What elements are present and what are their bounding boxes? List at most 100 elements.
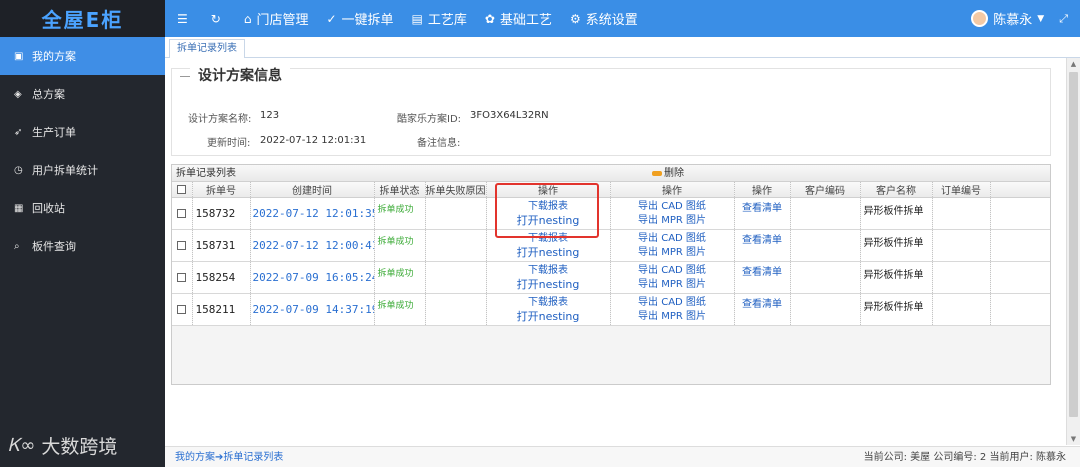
top-menu-item-4[interactable]: ▤ 工艺库 — [412, 9, 467, 29]
grid-body[interactable]: 拆单号创建时间拆单状态拆单失败原因操作操作操作客户编码客户名称订单编号颜色 15… — [172, 182, 1050, 326]
top-menu-item-6[interactable]: ⚙ 系统设置 — [570, 9, 638, 29]
app-logo[interactable]: 全屋E柜 — [0, 0, 165, 37]
top-menu: ☰ ↻ ⌂ 门店管理 ✓ 一键拆单 ▤ 工艺库 ✿ 基础工艺 ⚙ 系统设置 — [165, 9, 656, 29]
split-id: 158254 — [192, 261, 251, 294]
row-checkbox-cell[interactable] — [172, 293, 193, 326]
sidebar-item-4[interactable]: ▦ 回收站 — [0, 189, 165, 227]
table-body: 158732 2022-07-12 12:01:35 拆单成功 下载报表 打开nesti… — [172, 197, 1050, 326]
view-list-link[interactable]: 查看清单 — [735, 266, 790, 280]
download-report-link[interactable]: 下载报表 — [487, 264, 610, 278]
open-nesting-link[interactable]: 打开nesting — [487, 310, 610, 324]
fullscreen-icon[interactable]: ⤢ — [1059, 12, 1068, 26]
customer-name: 异形板件拆单 — [860, 261, 933, 294]
palette-icon: ✿ — [484, 11, 495, 26]
column-header-8: 客户编码 — [790, 182, 861, 198]
customer-code — [790, 261, 861, 294]
download-report-link[interactable]: 下载报表 — [487, 200, 610, 214]
created-time: 2022-07-09 14:37:19 — [250, 293, 375, 326]
top-menu-item-3[interactable]: ✓ 一键拆单 — [326, 9, 393, 29]
home-icon: ⌂ — [243, 11, 252, 26]
row-checkbox[interactable] — [177, 240, 187, 250]
top-menu-item-0[interactable]: ☰ — [177, 12, 193, 26]
table-row[interactable]: 158254 2022-07-09 16:05:24 拆单成功 下载报表 打开nesti… — [172, 261, 1050, 294]
row-checkbox-cell[interactable] — [172, 197, 193, 230]
created-time: 2022-07-12 12:01:35 — [250, 197, 375, 230]
row-checkbox[interactable] — [177, 208, 187, 218]
scrollbar-thumb[interactable] — [1069, 72, 1078, 417]
op-cell-report: 下载报表 打开nesting — [486, 197, 611, 230]
user-menu[interactable]: 陈慕永 ▼ ⤢ — [971, 0, 1068, 37]
avatar[interactable] — [971, 10, 989, 27]
status-badge: 拆单成功 — [374, 293, 426, 326]
export-cad-link[interactable]: 导出 CAD 图纸 — [611, 200, 734, 214]
export-cad-link[interactable]: 导出 CAD 图纸 — [611, 296, 734, 310]
page-scrollbar[interactable]: ▲ ▼ — [1066, 58, 1080, 445]
created-time: 2022-07-12 12:00:41 — [250, 229, 375, 262]
download-report-link[interactable]: 下载报表 — [487, 296, 610, 310]
user-name[interactable]: 陈慕永 — [993, 9, 1032, 28]
created-time: 2022-07-09 16:05:24 — [250, 261, 375, 294]
row-checkbox[interactable] — [177, 272, 187, 282]
select-all-checkbox[interactable] — [177, 184, 187, 194]
order-number — [932, 229, 991, 262]
column-header-11: 颜色 — [990, 182, 1050, 198]
column-header-5: 操作 — [486, 182, 611, 198]
updated-label: 更新时间: — [207, 138, 251, 149]
scroll-down-icon[interactable]: ▼ — [1067, 433, 1080, 445]
grid-title-bar: 拆单记录列表 删除 — [172, 165, 1050, 182]
top-menu-item-2[interactable]: ⌂ 门店管理 — [243, 9, 309, 29]
export-cad-link[interactable]: 导出 CAD 图纸 — [611, 264, 734, 278]
export-mpr-link[interactable]: 导出 MPR 图片 — [611, 310, 734, 324]
op-cell-report: 下载报表 打开nesting — [486, 229, 611, 262]
op-cell-view: 查看清单 — [734, 293, 791, 326]
export-mpr-link[interactable]: 导出 MPR 图片 — [611, 246, 734, 260]
fail-reason — [425, 229, 487, 262]
sidebar-item-5[interactable]: ⌕ 板件查询 — [0, 227, 165, 265]
row-checkbox-cell[interactable] — [172, 261, 193, 294]
view-list-link[interactable]: 查看清单 — [735, 202, 790, 216]
open-nesting-link[interactable]: 打开nesting — [487, 214, 610, 228]
row-checkbox[interactable] — [177, 304, 187, 314]
color — [990, 197, 1050, 230]
status-badge: 拆单成功 — [374, 197, 426, 230]
status-badge: 拆单成功 — [374, 261, 426, 294]
kjl-id-value: 3FO3X64L32RN — [470, 110, 549, 121]
scroll-up-icon[interactable]: ▲ — [1067, 58, 1080, 70]
sidebar-item-1[interactable]: ◈ 总方案 — [0, 75, 165, 113]
customer-code — [790, 229, 861, 262]
op-cell-report: 下载报表 打开nesting — [486, 293, 611, 326]
table-row[interactable]: 158732 2022-07-12 12:01:35 拆单成功 下载报表 打开nesti… — [172, 197, 1050, 230]
export-mpr-link[interactable]: 导出 MPR 图片 — [611, 278, 734, 292]
sidebar-item-3[interactable]: ◷ 用户拆单统计 — [0, 151, 165, 189]
color — [990, 229, 1050, 262]
download-report-link[interactable]: 下载报表 — [487, 232, 610, 246]
op-cell-export: 导出 CAD 图纸 导出 MPR 图片 — [610, 293, 735, 326]
section-title: 设计方案信息 — [180, 65, 290, 85]
table-row[interactable]: 158731 2022-07-12 12:00:41 拆单成功 下载报表 打开nesti… — [172, 229, 1050, 262]
breadcrumb[interactable]: 我的方案➔拆单记录列表 — [175, 447, 283, 468]
op-cell-view: 查看清单 — [734, 229, 791, 262]
column-header-0[interactable] — [172, 182, 193, 198]
design-name-label: 设计方案名称: — [188, 114, 252, 125]
row-checkbox-cell[interactable] — [172, 229, 193, 262]
view-list-link[interactable]: 查看清单 — [735, 234, 790, 248]
tab-split-records[interactable]: 拆单记录列表 — [169, 39, 245, 58]
caret-down-icon[interactable]: ▼ — [1037, 14, 1044, 24]
table-row[interactable]: 158211 2022-07-09 14:37:19 拆单成功 下载报表 打开nesti… — [172, 293, 1050, 326]
main-content: 设计方案信息 设计方案名称: 123 酷家乐方案ID: 3FO3X64L32RN… — [165, 58, 1055, 445]
open-nesting-link[interactable]: 打开nesting — [487, 246, 610, 260]
op-cell-export: 导出 CAD 图纸 导出 MPR 图片 — [610, 261, 735, 294]
sidebar-item-2[interactable]: ➶ 生产订单 — [0, 113, 165, 151]
top-menu-item-5[interactable]: ✿ 基础工艺 — [484, 9, 552, 29]
sidebar-item-0[interactable]: ▣ 我的方案 — [0, 37, 165, 75]
sidebar-item-label: 板件查询 — [32, 240, 76, 253]
delete-button[interactable]: 删除 — [652, 165, 684, 182]
open-nesting-link[interactable]: 打开nesting — [487, 278, 610, 292]
export-cad-link[interactable]: 导出 CAD 图纸 — [611, 232, 734, 246]
export-mpr-link[interactable]: 导出 MPR 图片 — [611, 214, 734, 228]
top-menu-item-1[interactable]: ↻ — [211, 12, 226, 26]
view-list-link[interactable]: 查看清单 — [735, 298, 790, 312]
refresh-icon: ↻ — [210, 11, 221, 26]
column-header-10: 订单编号 — [932, 182, 991, 198]
sidebar-item-label: 我的方案 — [32, 50, 76, 63]
